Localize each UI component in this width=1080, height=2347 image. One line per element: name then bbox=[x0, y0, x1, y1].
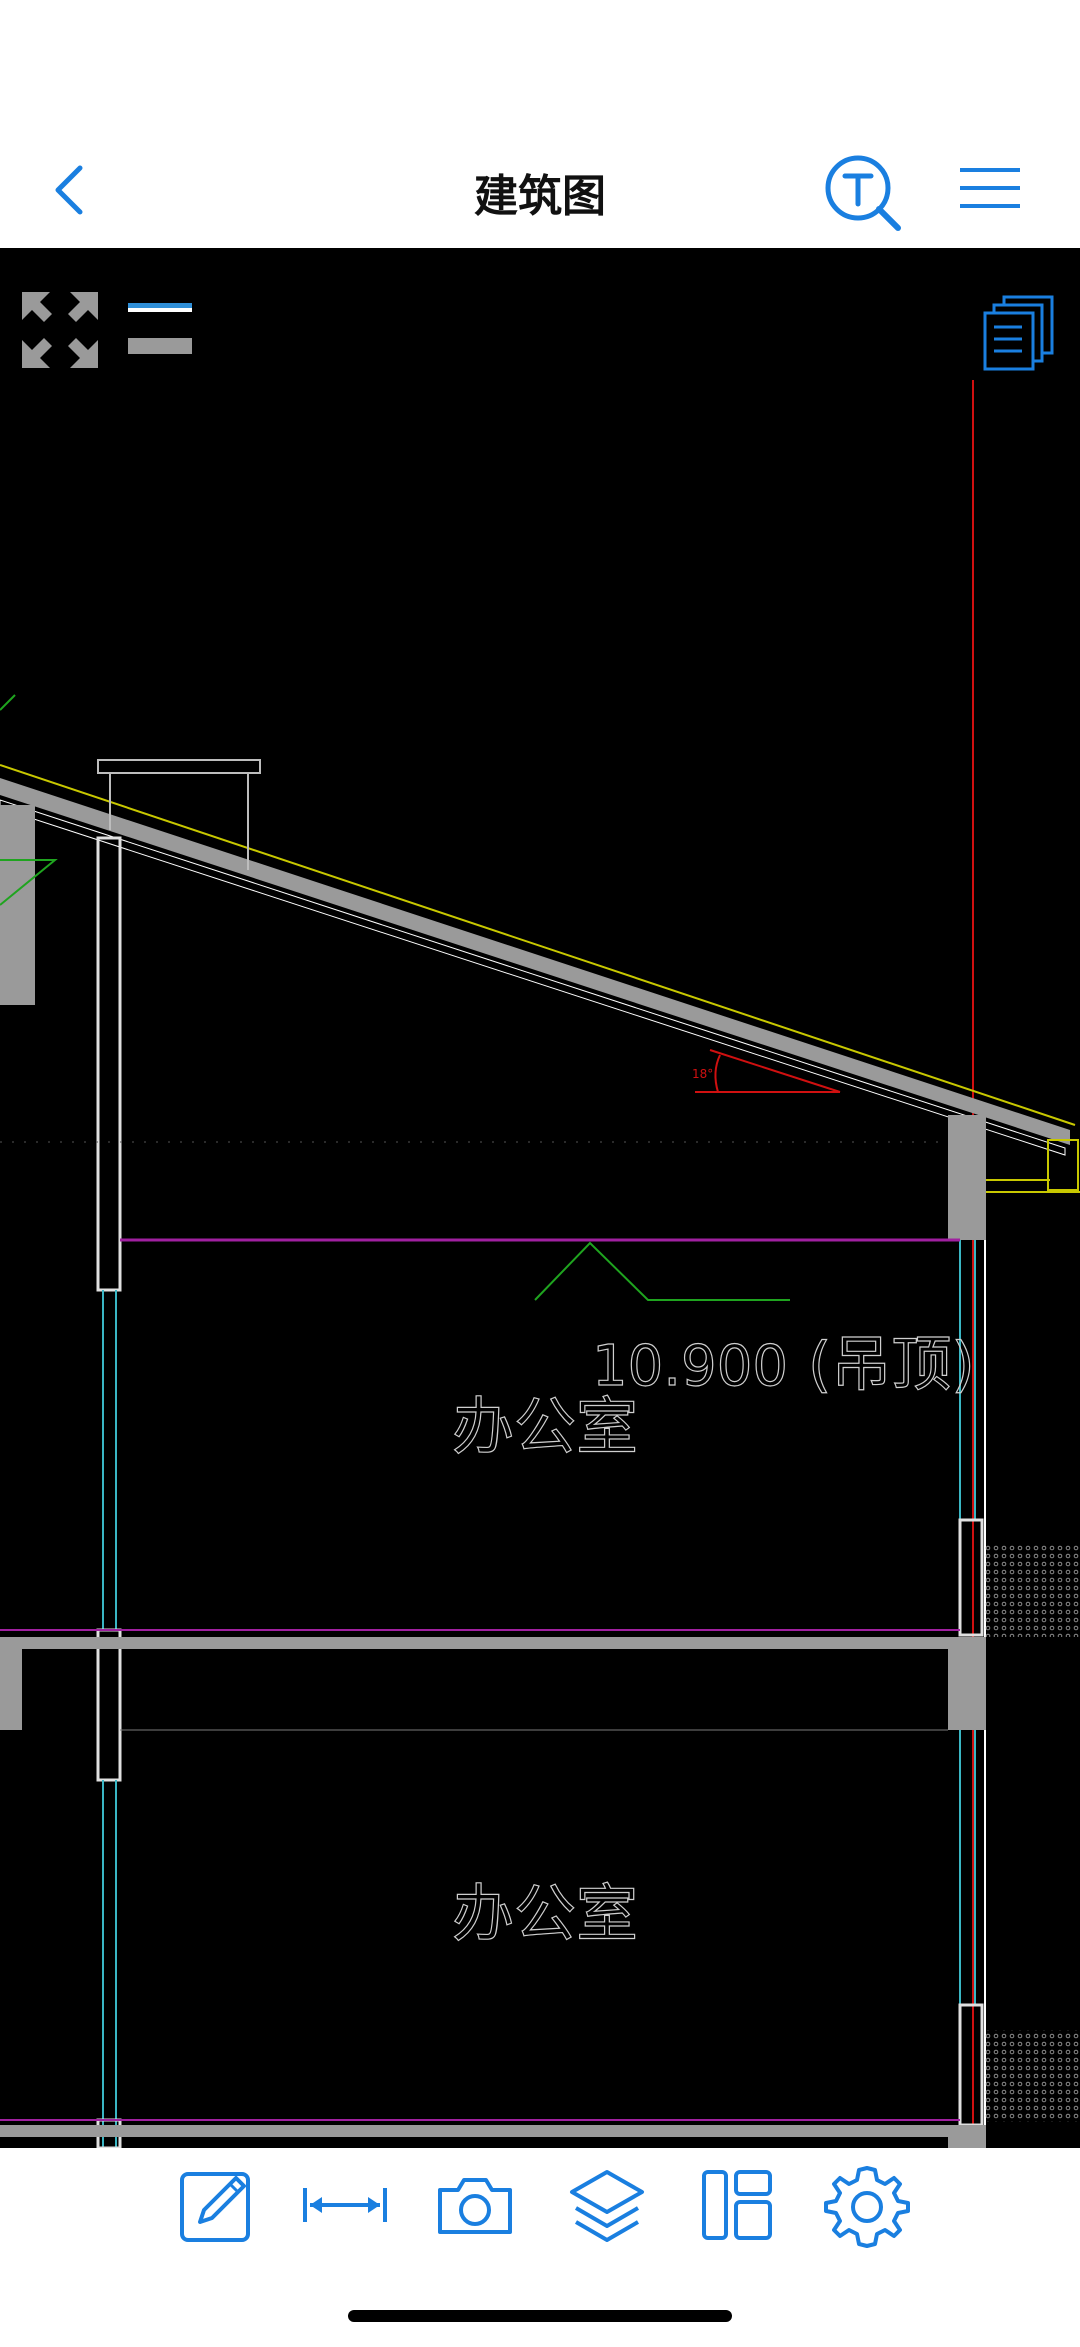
roof-slab bbox=[0, 778, 1070, 1145]
gear-icon bbox=[824, 2166, 910, 2248]
camera-icon bbox=[438, 2178, 512, 2234]
left-wall-upper bbox=[0, 805, 35, 1005]
hatch-lower bbox=[985, 2030, 1080, 2122]
fit-view-button[interactable] bbox=[20, 290, 100, 370]
chimney-cap bbox=[97, 759, 261, 774]
pencil-edit-icon bbox=[180, 2172, 250, 2242]
expand-arrows-icon bbox=[22, 292, 98, 368]
ceiling-note: (吊顶) bbox=[808, 1330, 975, 1400]
drawing-canvas[interactable]: 18° 办公室 办公室 10.900 (吊顶) bbox=[0, 248, 1080, 2148]
elevation-marker bbox=[534, 1241, 790, 1301]
measure-icon bbox=[303, 2188, 387, 2222]
layers-icon bbox=[570, 2170, 644, 2242]
left-column-upper bbox=[96, 836, 122, 1292]
layers-button[interactable] bbox=[562, 2160, 652, 2250]
camera-button[interactable] bbox=[430, 2160, 520, 2250]
right-wall-top bbox=[948, 1115, 986, 1240]
line-toggle-button[interactable] bbox=[125, 300, 195, 360]
hatch-upper bbox=[985, 1545, 1080, 1637]
slope-label: 18° bbox=[692, 1067, 713, 1081]
edit-button[interactable] bbox=[170, 2160, 260, 2250]
document-stack-icon bbox=[983, 295, 1054, 371]
layout-icon bbox=[702, 2170, 772, 2240]
roof-outline bbox=[0, 764, 1076, 1126]
elevation-label: 10.900 bbox=[592, 1334, 788, 1399]
left-column-middle bbox=[96, 1628, 122, 1782]
floor-slab-1 bbox=[0, 1637, 985, 1649]
layout-button[interactable] bbox=[692, 2160, 782, 2250]
line-toggle-icon bbox=[128, 303, 192, 354]
cad-drawing: 18° 办公室 办公室 10.900 (吊顶) bbox=[0, 380, 1080, 2148]
settings-button[interactable] bbox=[822, 2160, 912, 2250]
text-search-button[interactable] bbox=[820, 150, 920, 240]
measure-button[interactable] bbox=[300, 2160, 390, 2250]
pages-button[interactable] bbox=[982, 293, 1057, 373]
menu-button[interactable] bbox=[950, 160, 1030, 220]
floor-slab-2 bbox=[0, 2125, 985, 2137]
text-search-icon bbox=[825, 155, 901, 231]
room-label-lower: 办公室 bbox=[452, 1877, 638, 1950]
room-label-upper: 办公室 bbox=[452, 1390, 638, 1463]
home-indicator bbox=[348, 2310, 732, 2322]
hamburger-menu-icon bbox=[960, 168, 1020, 208]
